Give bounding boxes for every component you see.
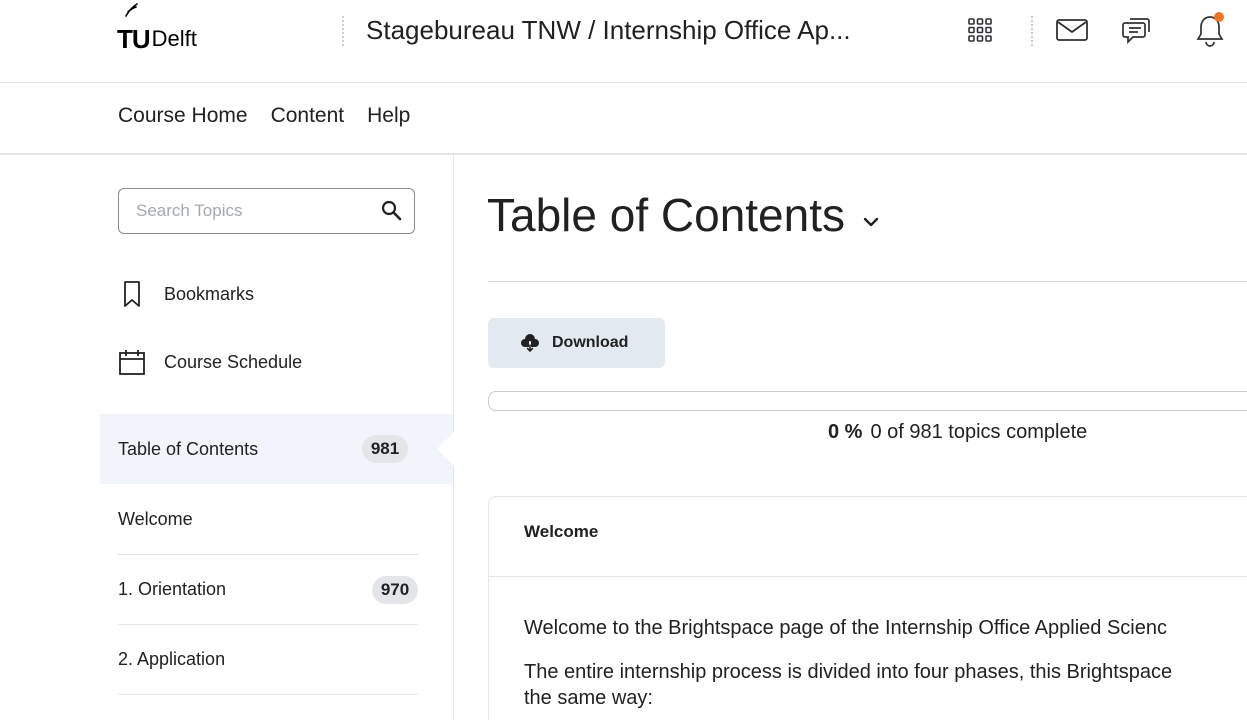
top-header: TU Delft Stagebureau TNW / Internship Of… [0, 0, 1247, 83]
progress-topics-text: 0 of 981 topics complete [870, 421, 1088, 443]
nav-course-home[interactable]: Course Home [118, 101, 248, 131]
toc-item-application[interactable]: 2. Application [118, 625, 418, 695]
welcome-module-header[interactable]: Welcome [489, 497, 1247, 577]
header-icon-divider [1031, 16, 1033, 46]
progress-percent: 0 % [828, 421, 863, 443]
app-grid-icon[interactable] [962, 12, 998, 48]
logo-delft-text: Delft [151, 26, 197, 51]
welcome-paragraph: Welcome to the Brightspace page of the I… [524, 617, 1167, 639]
toc-item-label: Table of Contents [118, 438, 259, 459]
active-indicator-notch [437, 432, 454, 466]
sidebar-bookmarks-label: Bookmarks [164, 283, 255, 304]
welcome-module-title: Welcome [524, 522, 599, 541]
toc-item-table-of-contents[interactable]: Table of Contents 981 [100, 414, 454, 484]
search-topics-box [118, 188, 415, 234]
tudelft-logo[interactable]: TU Delft [117, 3, 197, 54]
nav-help[interactable]: Help [367, 101, 410, 131]
page-title-row[interactable]: Table of Contents [487, 185, 883, 245]
calendar-icon [118, 348, 146, 376]
toc-item-label: Welcome [118, 509, 193, 529]
chevron-down-icon[interactable] [859, 210, 883, 234]
main-content: Table of Contents Download 0 % 0 of 981 t… [454, 155, 1247, 720]
bell-icon[interactable] [1192, 12, 1228, 48]
nav-content[interactable]: Content [271, 101, 345, 131]
toc-item-orientation[interactable]: 1. Orientation 970 [118, 555, 418, 625]
search-topics-input[interactable] [119, 189, 376, 233]
mail-icon[interactable] [1054, 12, 1090, 48]
download-button[interactable]: Download [488, 318, 665, 368]
toc-item-label: 1. Orientation [118, 579, 227, 599]
logo-flame-icon [125, 3, 138, 17]
title-divider [488, 281, 1247, 282]
chat-icon[interactable] [1119, 12, 1155, 48]
cloud-download-icon [521, 334, 539, 353]
toc-item-count-badge: 981 [362, 435, 408, 463]
progress-summary: 0 % 0 of 981 topics complete [828, 421, 1087, 444]
toc-item-count-badge: 970 [372, 575, 418, 604]
course-title[interactable]: Stagebureau TNW / Internship Office Ap..… [366, 12, 851, 48]
sidebar-course-schedule-label: Course Schedule [164, 351, 303, 372]
toc-item-welcome[interactable]: Welcome [118, 485, 418, 555]
bookmark-icon [118, 280, 146, 308]
logo-tu-text: TU [117, 24, 151, 54]
page-title: Table of Contents [487, 189, 846, 241]
sidebar-bookmarks[interactable]: Bookmarks [118, 280, 254, 308]
progress-bar [488, 391, 1247, 411]
download-button-label: Download [552, 334, 629, 351]
search-icon[interactable] [380, 199, 404, 223]
notification-badge [1214, 12, 1224, 22]
phases-paragraph-continued: the same way: [524, 687, 653, 709]
header-divider [342, 16, 344, 46]
content-sidebar: Bookmarks Course Schedule Table of Conte… [0, 155, 454, 720]
welcome-module-card: Welcome Welcome to the Brightspace page … [488, 496, 1247, 720]
sidebar-course-schedule[interactable]: Course Schedule [118, 348, 302, 376]
toc-item-label: 2. Application [118, 649, 226, 669]
course-navbar: Course Home Content Help [0, 83, 1247, 155]
phases-paragraph: The entire internship process is divided… [524, 661, 1173, 683]
